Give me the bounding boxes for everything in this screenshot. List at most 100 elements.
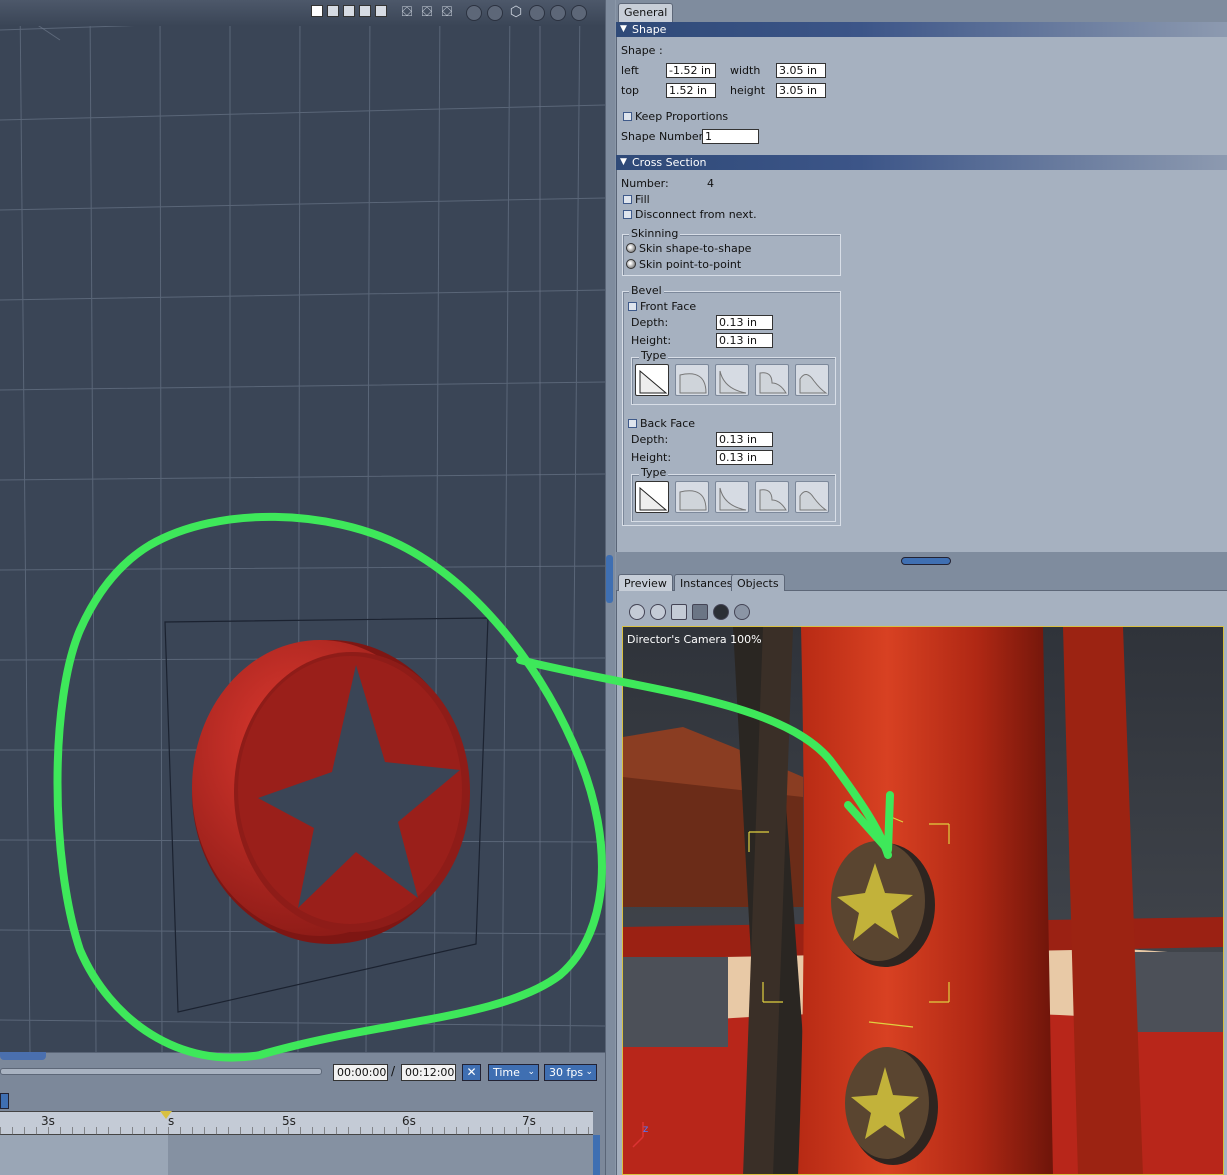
- skin-shape-label: Skin shape-to-shape: [639, 242, 752, 255]
- fill-label: Fill: [635, 193, 650, 206]
- back-height-field[interactable]: 0.13 in: [716, 450, 773, 465]
- chevron-down-icon: ⌄: [585, 1067, 593, 1077]
- skin-point-label: Skin point-to-point: [639, 258, 742, 271]
- move-view-icon[interactable]: ⛋: [399, 5, 415, 21]
- chevron-down-icon: ⌄: [527, 1067, 535, 1077]
- back-face-label: Back Face: [640, 417, 696, 430]
- tick-label: 3s: [41, 1114, 55, 1128]
- red-star-disc: [192, 640, 470, 944]
- top-label: top: [621, 84, 640, 97]
- fps-select[interactable]: 30 fps ⌄: [544, 1064, 597, 1081]
- back-height-label: Height:: [631, 451, 672, 464]
- tab-preview[interactable]: Preview: [618, 574, 673, 591]
- bevel-step-icon[interactable]: [755, 481, 789, 513]
- layout-quad-icon[interactable]: [359, 5, 371, 17]
- stop-button[interactable]: ✕: [462, 1064, 481, 1081]
- tick-label: 7s: [522, 1114, 536, 1128]
- tab-objects[interactable]: Objects: [731, 574, 785, 591]
- shaded-sphere-icon[interactable]: [713, 604, 729, 620]
- front-face-label: Front Face: [640, 300, 697, 313]
- zoom-view-icon[interactable]: ⛋: [439, 5, 455, 21]
- solid-cube-icon[interactable]: [529, 5, 545, 21]
- splitter-handle[interactable]: [606, 555, 613, 603]
- tab-instances[interactable]: Instances: [674, 574, 739, 591]
- solid-cube-icon[interactable]: [692, 604, 708, 620]
- current-time-field[interactable]: 00:00:00: [333, 1064, 388, 1081]
- back-type-title: Type: [639, 466, 669, 479]
- pan-icon[interactable]: [487, 5, 503, 21]
- number-value: 4: [707, 177, 714, 190]
- timeline-scrollbar[interactable]: [593, 1135, 600, 1175]
- layout-split-h-icon[interactable]: [327, 5, 339, 17]
- height-field[interactable]: 3.05 in: [776, 83, 826, 98]
- bevel-step-icon[interactable]: [755, 364, 789, 396]
- front-height-label: Height:: [631, 334, 672, 347]
- section-shape-header[interactable]: ▼ Shape: [616, 22, 1227, 37]
- timeline-scrubber[interactable]: [0, 1068, 322, 1075]
- bevel-round-icon[interactable]: [675, 364, 709, 396]
- render-sphere-icon[interactable]: [734, 604, 750, 620]
- camera-label: Director's Camera 100%: [627, 633, 762, 646]
- disclosure-triangle-icon[interactable]: ▼: [620, 22, 627, 37]
- 3d-viewport[interactable]: ⛋ ⛋ ⛋ ⬡: [0, 0, 605, 1052]
- bevel-flat-icon[interactable]: [635, 481, 669, 513]
- ruler-ticks: [0, 1127, 593, 1135]
- splitter-handle[interactable]: [901, 557, 951, 565]
- viewport-scene[interactable]: [0, 0, 605, 1052]
- move-camera-icon[interactable]: [629, 604, 645, 620]
- front-face-checkbox[interactable]: [628, 302, 637, 311]
- keep-proportions-checkbox[interactable]: [623, 112, 632, 121]
- time-separator: /: [391, 1064, 396, 1078]
- tick-label: 5s: [282, 1114, 296, 1128]
- back-face-checkbox[interactable]: [628, 419, 637, 428]
- section-cross-section-header[interactable]: ▼ Cross Section: [616, 155, 1227, 170]
- bevel-flat-icon[interactable]: [635, 364, 669, 396]
- bevel-ogee-icon[interactable]: [795, 481, 829, 513]
- rotate-view-icon[interactable]: ⛋: [419, 5, 435, 21]
- width-label: width: [730, 64, 761, 77]
- wireframe-cube-icon[interactable]: ⬡: [508, 5, 524, 21]
- bevel-title: Bevel: [629, 284, 664, 297]
- layout-three-icon[interactable]: [375, 5, 387, 17]
- top-field[interactable]: 1.52 in: [666, 83, 716, 98]
- back-depth-field[interactable]: 0.13 in: [716, 432, 773, 447]
- bevel-round-icon[interactable]: [675, 481, 709, 513]
- shaded-sphere-icon[interactable]: [550, 5, 566, 21]
- render-sphere-icon[interactable]: [571, 5, 587, 21]
- pan-camera-icon[interactable]: [650, 604, 666, 620]
- timeline-track[interactable]: [168, 1135, 593, 1175]
- back-depth-label: Depth:: [631, 433, 669, 446]
- fill-checkbox[interactable]: [623, 195, 632, 204]
- shape-number-field[interactable]: 1: [702, 129, 759, 144]
- section-title: Shape: [632, 23, 667, 36]
- front-type-title: Type: [639, 349, 669, 362]
- width-field[interactable]: 3.05 in: [776, 63, 826, 78]
- disconnect-checkbox[interactable]: [623, 210, 632, 219]
- layout-split-v-icon[interactable]: [343, 5, 355, 17]
- timeline-collapse-handle[interactable]: [0, 1052, 46, 1060]
- preview-render[interactable]: z: [622, 626, 1224, 1175]
- tab-general[interactable]: General: [618, 3, 674, 22]
- skin-point-radio[interactable]: [626, 259, 636, 269]
- playhead-icon[interactable]: [160, 1111, 172, 1119]
- front-height-field[interactable]: 0.13 in: [716, 333, 773, 348]
- shape-label: Shape :: [621, 44, 663, 57]
- shape-number-label: Shape Number: [621, 130, 704, 143]
- timeline-track-played[interactable]: [0, 1135, 168, 1175]
- viewport-toolbar: ⛋ ⛋ ⛋ ⬡: [0, 0, 605, 26]
- wireframe-cube-icon[interactable]: [671, 604, 687, 620]
- bevel-cove-icon[interactable]: [715, 364, 749, 396]
- bevel-ogee-icon[interactable]: [795, 364, 829, 396]
- bevel-cove-icon[interactable]: [715, 481, 749, 513]
- layout-single-icon[interactable]: [311, 5, 323, 17]
- camera-icon[interactable]: [466, 5, 482, 21]
- disclosure-triangle-icon[interactable]: ▼: [620, 155, 627, 170]
- left-field[interactable]: -1.52 in: [666, 63, 716, 78]
- timeline-lock-icon[interactable]: [0, 1093, 9, 1109]
- axis-label: z: [643, 1124, 648, 1135]
- time-mode-select[interactable]: Time ⌄: [488, 1064, 539, 1081]
- fps-value: 30 fps: [549, 1066, 584, 1079]
- total-time-field[interactable]: 00:12:00: [401, 1064, 456, 1081]
- front-depth-field[interactable]: 0.13 in: [716, 315, 773, 330]
- skin-shape-radio[interactable]: [626, 243, 636, 253]
